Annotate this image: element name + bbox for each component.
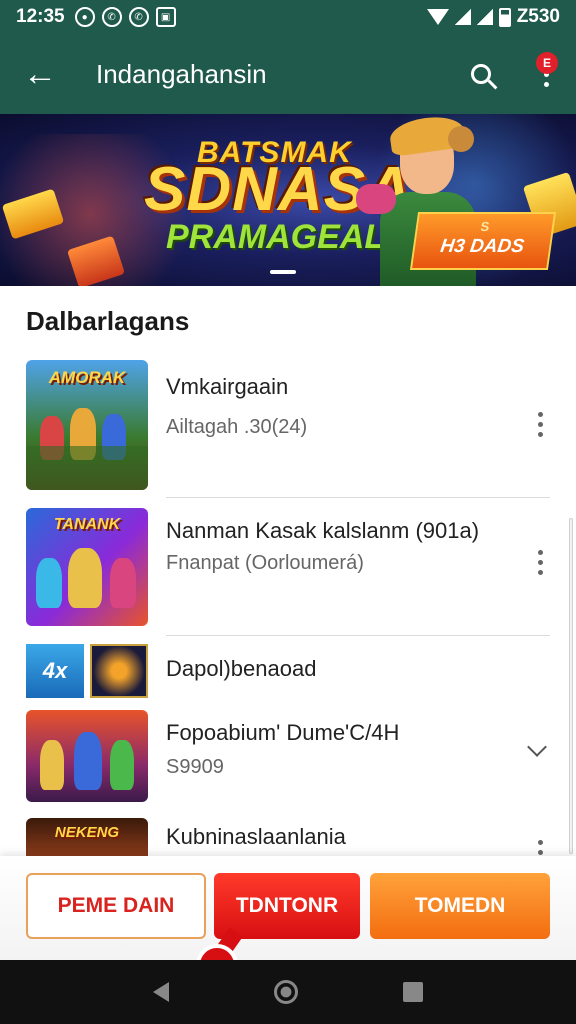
whatsapp-icon: ✆ bbox=[101, 7, 122, 27]
promo-banner[interactable]: BATSMAK SDNASAI PRAMAGEALS S H3 DADS bbox=[0, 114, 576, 286]
item-more-button[interactable] bbox=[528, 834, 552, 856]
item-subtitle: Ailtagah .30(24) bbox=[166, 416, 308, 438]
primary-action-button[interactable]: TDNTONR bbox=[214, 873, 360, 939]
item-title: Kubninaslaanlania bbox=[166, 824, 346, 849]
signal-icon bbox=[476, 9, 493, 25]
divider bbox=[166, 635, 550, 636]
wifi-icon bbox=[426, 9, 449, 25]
thumbnail-title: TANANK bbox=[53, 516, 121, 533]
back-button[interactable]: ← bbox=[0, 34, 80, 114]
banner-badge[interactable]: S H3 DADS bbox=[409, 212, 557, 270]
status-right: Z530 bbox=[426, 6, 560, 28]
list-item[interactable]: Fopoabium' Dume'C/4H S9909 bbox=[0, 710, 576, 806]
status-time: 12:35 bbox=[16, 6, 65, 27]
nav-home-icon[interactable] bbox=[273, 980, 298, 1004]
list-item[interactable]: TANANK Nanman Kasak kalslanm (901a) Fnan… bbox=[0, 506, 576, 636]
gallery-icon: ▣ bbox=[155, 7, 176, 27]
action-bar: PEME DAIN TDNTONR TOMEDN bbox=[0, 856, 576, 960]
item-more-button[interactable] bbox=[528, 544, 552, 580]
item-title: Fopoabium' Dume'C/4H bbox=[166, 720, 400, 745]
chevron-down-icon[interactable] bbox=[527, 737, 547, 757]
list-item[interactable]: NEKENG Kubninaslaanlania bbox=[0, 818, 576, 856]
game-thumbnail: TANANK bbox=[26, 508, 148, 626]
status-bar: 12:35 ● ✆ ✆ ▣ Z530 bbox=[0, 0, 576, 34]
search-icon bbox=[471, 64, 491, 84]
search-button[interactable] bbox=[446, 34, 516, 114]
item-more-button[interactable] bbox=[528, 406, 552, 442]
signal-icon bbox=[454, 9, 471, 25]
battery-icon bbox=[498, 7, 511, 27]
battery-text: Z530 bbox=[516, 6, 560, 27]
section-heading: Dalbarlagans bbox=[26, 306, 190, 336]
game-thumbnail: NEKENG bbox=[26, 818, 148, 856]
secondary-action-button[interactable]: PEME DAIN bbox=[26, 873, 206, 939]
thumbnail-title: AMORAK bbox=[48, 368, 126, 387]
item-title: Vmkairgaain bbox=[166, 374, 289, 399]
app-icon bbox=[90, 644, 148, 698]
arrow-left-icon: ← bbox=[23, 54, 57, 93]
page-title: Indangahansin bbox=[96, 58, 267, 89]
banner-page-indicator bbox=[270, 270, 296, 274]
scrollbar[interactable] bbox=[569, 518, 573, 854]
game-thumbnail bbox=[26, 710, 148, 802]
nav-back-icon[interactable] bbox=[152, 982, 169, 1002]
system-nav-bar bbox=[0, 960, 576, 1024]
whatsapp-icon: ✆ bbox=[128, 7, 149, 27]
thumbnail-title: NEKENG bbox=[54, 824, 120, 841]
overflow-menu-button[interactable]: E bbox=[516, 34, 576, 114]
notification-icon: ● bbox=[74, 7, 95, 27]
notification-badge: E bbox=[536, 52, 558, 74]
divider bbox=[166, 497, 550, 498]
app-bar: ← Indangahansin E bbox=[0, 34, 576, 114]
app-icon: 4x bbox=[26, 644, 84, 698]
nav-recents-icon[interactable] bbox=[403, 982, 424, 1002]
list-item[interactable]: AMORAK Vmkairgaain Ailtagah .30(24) bbox=[0, 358, 576, 498]
banner-badge-top: S bbox=[479, 219, 491, 234]
banner-badge-label: H3 DADS bbox=[439, 236, 526, 257]
item-subtitle: S9909 bbox=[166, 756, 224, 778]
game-thumbnail: AMORAK bbox=[26, 360, 148, 490]
highlight-action-button[interactable]: TOMEDN bbox=[370, 873, 550, 939]
item-subtitle: Fnanpat (Oorloumerá) bbox=[166, 552, 364, 574]
item-title: Dapol)benaoad bbox=[166, 656, 317, 681]
list-item[interactable]: 4x Dapol)benaoad bbox=[0, 644, 576, 700]
item-title: Nanman Kasak kalslanm (901a) bbox=[166, 518, 480, 543]
